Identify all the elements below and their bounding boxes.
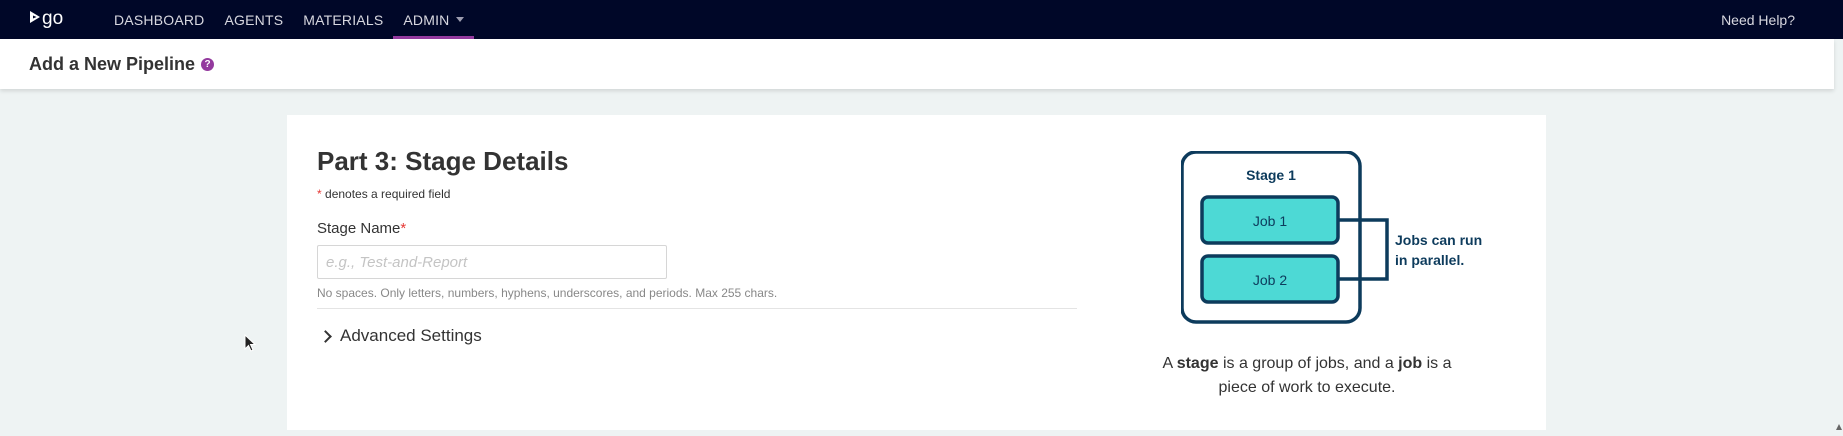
required-note: * denotes a required field (317, 187, 1077, 201)
top-navigation-bar: go DASHBOARD AGENTS MATERIALS ADMIN Need… (0, 0, 1843, 39)
chevron-down-icon (455, 17, 464, 22)
main-nav: DASHBOARD AGENTS MATERIALS ADMIN (104, 0, 474, 39)
stage-name-required-star: * (400, 220, 407, 237)
parallel-text-line1: Jobs can run (1395, 232, 1482, 248)
need-help-link[interactable]: Need Help? (1721, 0, 1795, 39)
stage-name-label-text: Stage Name (317, 220, 401, 237)
stage-jobs-diagram: Stage 1 Job 1 Job 2 Jobs can run in para… (1181, 151, 1482, 324)
explanation-part2: is a group of jobs, and a (1218, 355, 1399, 372)
logo-text: go (42, 8, 63, 29)
stage-name-label: Stage Name* (317, 220, 1077, 237)
required-star: * (317, 187, 322, 201)
advanced-settings-toggle[interactable]: Advanced Settings (317, 326, 1077, 346)
stage-details-card: Part 3: Stage Details * denotes a requir… (287, 115, 1546, 430)
stage-name-hint: No spaces. Only letters, numbers, hyphen… (317, 286, 778, 300)
nav-dashboard[interactable]: DASHBOARD (104, 0, 214, 39)
stage-explanation: A stage is a group of jobs, and a job is… (1147, 352, 1467, 400)
job-2-label: Job 2 (1253, 272, 1287, 288)
chevron-right-icon (319, 329, 332, 343)
go-logo-icon: go (30, 8, 63, 29)
section-title: Part 3: Stage Details (317, 146, 569, 176)
stage-form: Part 3: Stage Details * denotes a requir… (317, 145, 1077, 346)
page-title: Add a New Pipeline (29, 53, 196, 74)
gocd-logo[interactable]: go (28, 7, 72, 31)
scroll-arrow-icon[interactable] (1835, 420, 1843, 436)
stage-name-input[interactable] (317, 245, 667, 279)
help-icon[interactable]: ? (201, 57, 215, 71)
required-note-text: denotes a required field (325, 187, 451, 201)
page-header: Add a New Pipeline ? (0, 39, 1834, 89)
job-1-label: Job 1 (1253, 213, 1287, 229)
nav-materials[interactable]: MATERIALS (293, 0, 393, 39)
nav-agents[interactable]: AGENTS (214, 0, 293, 39)
explanation-stage: stage (1176, 355, 1219, 372)
explanation-part1: A (1162, 355, 1177, 372)
nav-admin-label: ADMIN (403, 11, 450, 28)
divider (317, 308, 1077, 309)
parallel-text-line2: in parallel. (1395, 252, 1464, 268)
advanced-settings-label: Advanced Settings (340, 326, 482, 345)
mouse-cursor-icon (244, 334, 257, 352)
explanation-job: job (1398, 355, 1423, 372)
nav-admin[interactable]: ADMIN (393, 0, 474, 39)
stage-label: Stage 1 (1246, 167, 1296, 183)
